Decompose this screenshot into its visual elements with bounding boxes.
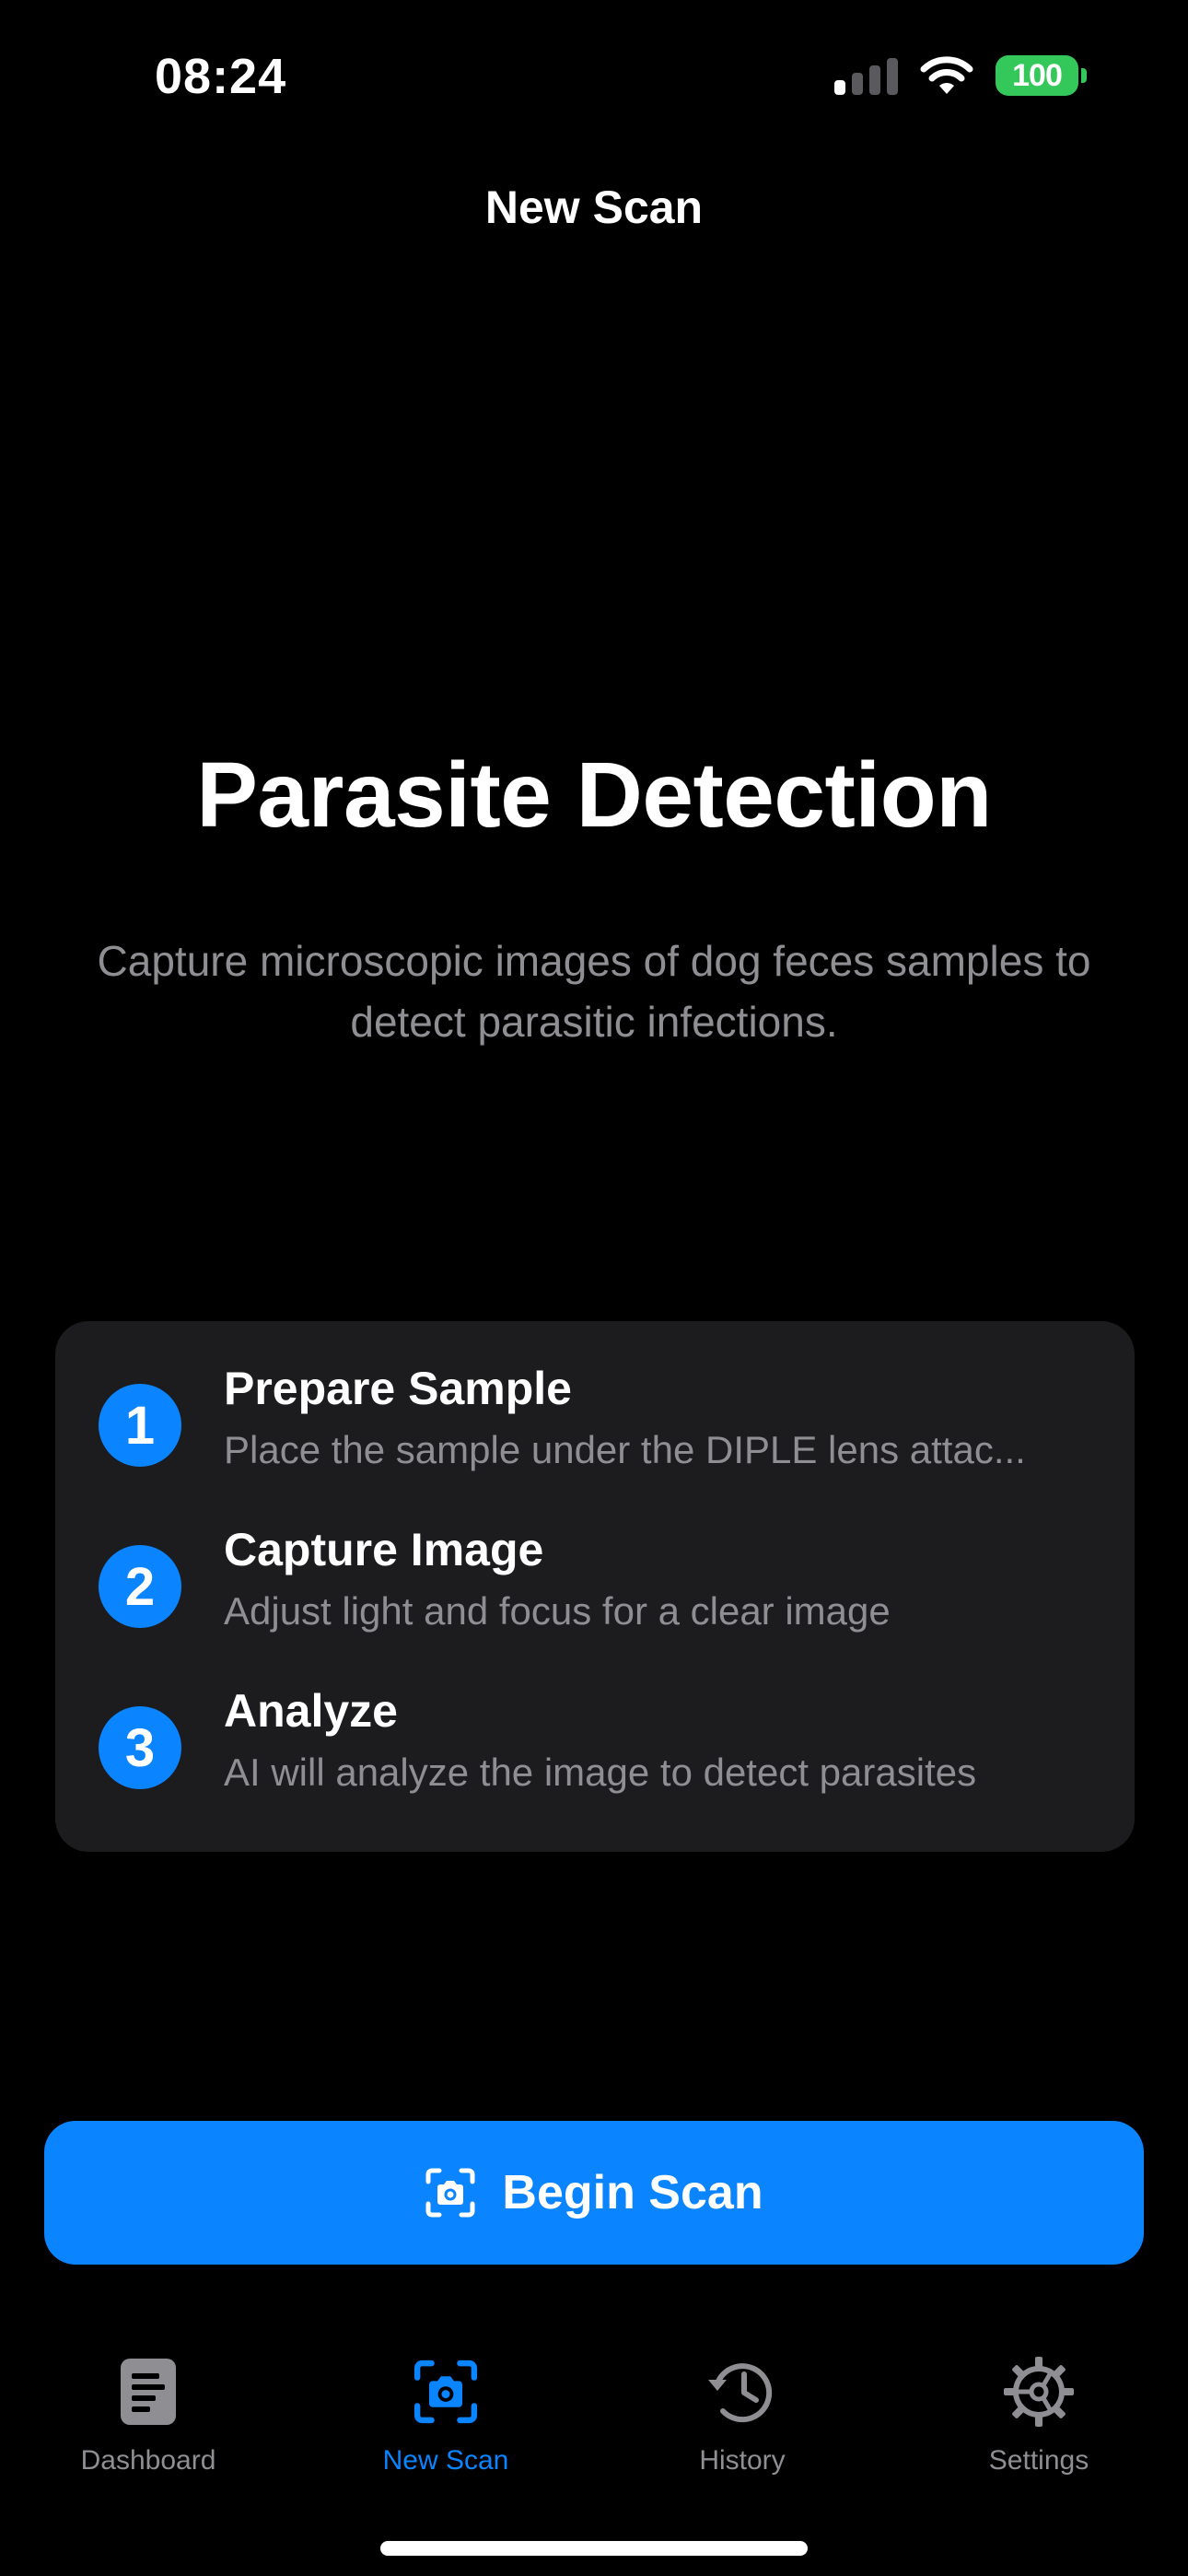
tab-history[interactable]: History: [632, 2355, 853, 2476]
step-title: Analyze: [224, 1685, 398, 1737]
wifi-icon: [920, 56, 973, 94]
step-description: AI will analyze the image to detect para…: [224, 1751, 977, 1794]
status-icons: 100: [834, 55, 1087, 96]
tab-bar: Dashboard New Scan History Settings: [0, 2355, 1188, 2493]
document-icon: [121, 2359, 176, 2425]
cellular-signal-icon: [834, 56, 898, 95]
gear-icon: [1004, 2357, 1074, 2427]
step-title: Prepare Sample: [224, 1363, 572, 1414]
step-number-badge: 2: [99, 1545, 181, 1628]
tab-dashboard[interactable]: Dashboard: [38, 2355, 259, 2476]
step-description: Adjust light and focus for a clear image: [224, 1589, 891, 1633]
tab-label: History: [699, 2445, 786, 2476]
steps-card: 1 Prepare Sample Place the sample under …: [55, 1321, 1135, 1852]
tab-label: Dashboard: [80, 2445, 216, 2476]
page-title: Parasite Detection: [196, 744, 992, 847]
step-title: Capture Image: [224, 1524, 544, 1575]
status-time: 08:24: [155, 49, 287, 104]
begin-scan-label: Begin Scan: [502, 2166, 763, 2219]
battery-level: 100: [996, 55, 1078, 96]
step-number-badge: 1: [99, 1384, 181, 1467]
camera-viewfinder-icon: [413, 2359, 478, 2424]
step-item: 3 Analyze AI will analyze the image to d…: [55, 1684, 1135, 1822]
battery-icon: 100: [996, 55, 1087, 96]
page-subtitle: Capture microscopic images of dog feces …: [97, 937, 1091, 1046]
history-clock-icon: [708, 2363, 773, 2423]
nav-title: New Scan: [484, 181, 704, 233]
tab-new-scan[interactable]: New Scan: [335, 2355, 556, 2476]
begin-scan-button[interactable]: Begin Scan: [44, 2121, 1144, 2265]
tab-label: New Scan: [382, 2445, 509, 2476]
tab-label: Settings: [988, 2445, 1089, 2476]
step-item: 2 Capture Image Adjust light and focus f…: [55, 1523, 1135, 1661]
home-indicator[interactable]: [380, 2541, 808, 2556]
tab-settings[interactable]: Settings: [928, 2355, 1149, 2476]
step-number-badge: 3: [99, 1706, 181, 1789]
step-description: Place the sample under the DIPLE lens at…: [224, 1428, 1026, 1471]
camera-viewfinder-icon: [425, 2168, 475, 2218]
step-item: 1 Prepare Sample Place the sample under …: [55, 1362, 1135, 1500]
